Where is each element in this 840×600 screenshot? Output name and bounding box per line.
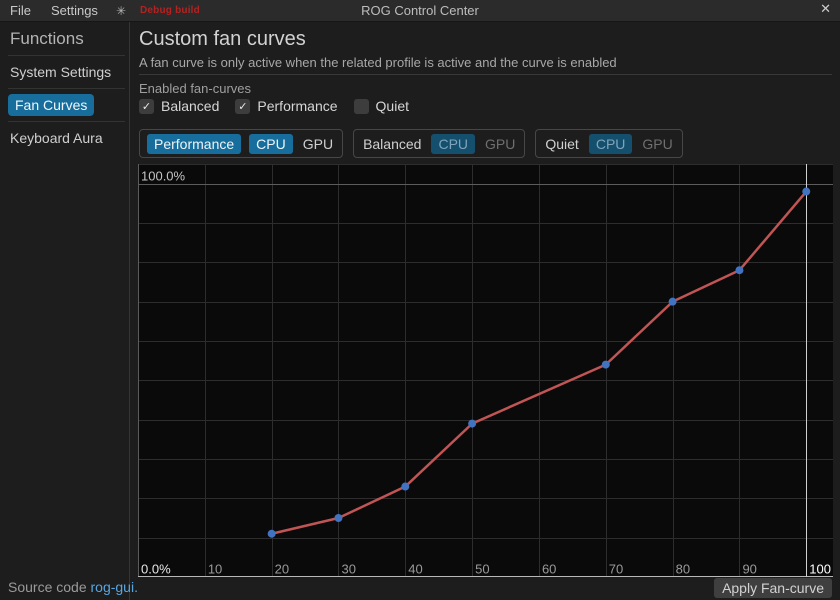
close-icon[interactable]: ✕ bbox=[820, 2, 831, 17]
group-quiet: Quiet CPU GPU bbox=[535, 129, 682, 158]
checkbox-quiet-label: Quiet bbox=[376, 98, 409, 114]
svg-text:40: 40 bbox=[408, 562, 422, 577]
tab-quiet-gpu[interactable]: GPU bbox=[640, 134, 674, 154]
source-code-note: Source code rog-gui. bbox=[8, 579, 138, 595]
checkbox-balanced-label: Balanced bbox=[161, 98, 219, 114]
tab-performance[interactable]: Performance bbox=[147, 134, 241, 154]
debug-build-badge: Debug build bbox=[134, 5, 200, 16]
enabled-checkbox-row: ✓ Balanced ✓ Performance ✓ Quiet bbox=[139, 98, 409, 114]
menu-settings[interactable]: Settings bbox=[41, 3, 108, 18]
svg-text:50: 50 bbox=[475, 562, 489, 577]
svg-text:90: 90 bbox=[742, 562, 756, 577]
main-panel: Custom fan curves A fan curve is only ac… bbox=[131, 22, 840, 600]
tab-balanced-cpu[interactable]: CPU bbox=[431, 134, 475, 154]
checkbox-performance[interactable]: ✓ Performance bbox=[235, 98, 337, 114]
svg-text:10: 10 bbox=[208, 562, 222, 577]
checkbox-performance-box[interactable]: ✓ bbox=[235, 99, 250, 114]
divider bbox=[139, 74, 832, 75]
curve-selector-row: Performance CPU GPU Balanced CPU GPU Qui… bbox=[139, 129, 683, 158]
sidebar-item-fan-curves-label: Fan Curves bbox=[8, 94, 94, 116]
sidebar: Functions System Settings Fan Curves Key… bbox=[0, 22, 130, 600]
tab-balanced-gpu[interactable]: GPU bbox=[483, 134, 517, 154]
tab-quiet-cpu[interactable]: CPU bbox=[589, 134, 633, 154]
source-code-text: Source code bbox=[8, 579, 91, 595]
check-icon: ✓ bbox=[238, 100, 247, 113]
tab-quiet[interactable]: Quiet bbox=[543, 134, 580, 154]
svg-text:100.0%: 100.0% bbox=[141, 169, 186, 184]
svg-text:20: 20 bbox=[275, 562, 289, 577]
menu-file[interactable]: File bbox=[0, 3, 41, 18]
checkbox-quiet[interactable]: ✓ Quiet bbox=[354, 98, 409, 114]
page-subtitle: A fan curve is only active when the rela… bbox=[131, 51, 840, 70]
svg-text:70: 70 bbox=[609, 562, 623, 577]
svg-text:100: 100 bbox=[809, 562, 831, 577]
svg-text:60: 60 bbox=[542, 562, 556, 577]
apply-fan-curve-button[interactable]: Apply Fan-curve bbox=[714, 578, 832, 598]
sidebar-item-keyboard-aura[interactable]: Keyboard Aura bbox=[0, 122, 129, 154]
svg-text:80: 80 bbox=[676, 562, 690, 577]
checkbox-balanced[interactable]: ✓ Balanced bbox=[139, 98, 219, 114]
check-icon: ✓ bbox=[142, 100, 151, 113]
checkbox-quiet-box[interactable]: ✓ bbox=[354, 99, 369, 114]
svg-text:30: 30 bbox=[341, 562, 355, 577]
sidebar-item-system-settings[interactable]: System Settings bbox=[0, 56, 129, 88]
sidebar-heading: Functions bbox=[0, 22, 129, 55]
checkbox-balanced-box[interactable]: ✓ bbox=[139, 99, 154, 114]
group-balanced: Balanced CPU GPU bbox=[353, 129, 525, 158]
theme-toggle-icon[interactable]: ✳ bbox=[108, 4, 134, 18]
tab-performance-gpu[interactable]: GPU bbox=[301, 134, 335, 154]
group-performance: Performance CPU GPU bbox=[139, 129, 343, 158]
enabled-fan-curves-label: Enabled fan-curves bbox=[139, 81, 251, 96]
svg-text:0.0%: 0.0% bbox=[141, 562, 171, 577]
tab-balanced[interactable]: Balanced bbox=[361, 134, 423, 154]
sidebar-item-fan-curves[interactable]: Fan Curves bbox=[0, 89, 129, 121]
checkbox-performance-label: Performance bbox=[257, 98, 337, 114]
tab-performance-cpu[interactable]: CPU bbox=[249, 134, 293, 154]
titlebar: File Settings ✳ Debug build ROG Control … bbox=[0, 0, 840, 22]
rog-control-center-window: File Settings ✳ Debug build ROG Control … bbox=[0, 0, 840, 600]
fan-curve-plot[interactable]: 10 20 30 40 50 60 70 80 90 100 100.0% 0.0% bbox=[138, 164, 833, 577]
page-title: Custom fan curves bbox=[131, 22, 840, 51]
